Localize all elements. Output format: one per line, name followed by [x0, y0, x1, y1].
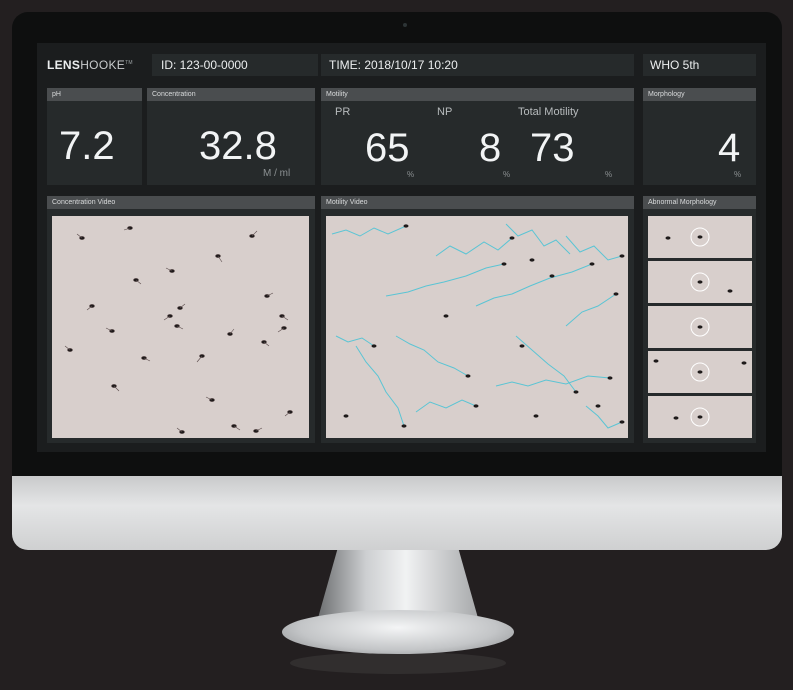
- morphology-tile: Morphology 4 %: [643, 88, 756, 185]
- motility-track-field: [331, 223, 625, 429]
- total-motility-label: Total Motility: [518, 106, 579, 118]
- app-screen: LENSHOOKETM ID: 123-00-0000 TIME: 2018/1…: [37, 43, 766, 452]
- concentration-video-panel: Concentration Video: [47, 196, 315, 443]
- abnormal-morphology-title: Abnormal Morphology: [643, 196, 756, 209]
- np-unit: %: [503, 170, 511, 179]
- abnormal-sample-3[interactable]: [648, 306, 752, 348]
- webcam-dot: [403, 23, 407, 27]
- pr-unit: %: [407, 170, 415, 179]
- concentration-video[interactable]: [52, 216, 309, 438]
- app-logo: LENSHOOKETM: [47, 58, 133, 72]
- ph-title: pH: [47, 88, 142, 101]
- concentration-title: Concentration: [147, 88, 315, 101]
- motility-video-panel: Motility Video: [321, 196, 634, 443]
- ph-value: 7.2: [59, 124, 115, 168]
- standard-field: WHO 5th: [643, 54, 756, 76]
- time-field: TIME: 2018/10/17 10:20: [321, 54, 634, 76]
- concentration-video-title: Concentration Video: [47, 196, 315, 209]
- total-motility-unit: %: [605, 170, 613, 179]
- abnormal-sample-2-image: [690, 272, 733, 293]
- trademark-mark: TM: [125, 60, 133, 66]
- standard-text: WHO 5th: [650, 58, 700, 72]
- logo-light-text: HOOKE: [80, 58, 126, 72]
- abnormal-sample-2[interactable]: [648, 261, 752, 303]
- concentration-value: 32.8: [199, 124, 277, 168]
- abnormal-sample-1-image: [665, 227, 710, 247]
- ph-tile: pH 7.2: [47, 88, 142, 185]
- logo-bold-text: LENS: [47, 58, 81, 72]
- np-value: 8: [479, 126, 502, 170]
- motility-video-title: Motility Video: [321, 196, 634, 209]
- pr-label: PR: [335, 106, 351, 118]
- concentration-sperm-field: [64, 226, 293, 434]
- concentration-unit: M / ml: [263, 168, 291, 179]
- abnormal-sample-4[interactable]: [648, 351, 752, 393]
- motility-title: Motility: [321, 88, 634, 101]
- stand-shadow: [290, 652, 506, 674]
- total-motility-value: 73: [530, 126, 575, 170]
- abnormal-sample-4-image: [653, 359, 747, 382]
- patient-id-text: ID: 123-00-0000: [161, 58, 248, 72]
- morphology-title: Morphology: [643, 88, 756, 101]
- morphology-value: 4: [718, 126, 741, 170]
- time-text: TIME: 2018/10/17 10:20: [329, 58, 458, 72]
- np-label: NP: [437, 106, 453, 118]
- abnormal-sample-3-image: [690, 317, 710, 337]
- pr-value: 65: [365, 126, 410, 170]
- abnormal-sample-5-image: [673, 407, 710, 427]
- motility-video[interactable]: [326, 216, 628, 438]
- morphology-unit: %: [734, 170, 742, 179]
- monitor-base: [282, 610, 514, 654]
- concentration-tile: Concentration 32.8 M / ml: [147, 88, 315, 185]
- abnormal-sample-1[interactable]: [648, 216, 752, 258]
- abnormal-morphology-panel: Abnormal Morphology: [643, 196, 756, 443]
- motility-tile: Motility PR 65 % NP 8 % Total Motility 7…: [321, 88, 634, 185]
- abnormal-sample-5[interactable]: [648, 396, 752, 438]
- monitor-chin: [12, 476, 782, 550]
- monitor-stand: [318, 550, 478, 618]
- patient-id-field: ID: 123-00-0000: [152, 54, 318, 76]
